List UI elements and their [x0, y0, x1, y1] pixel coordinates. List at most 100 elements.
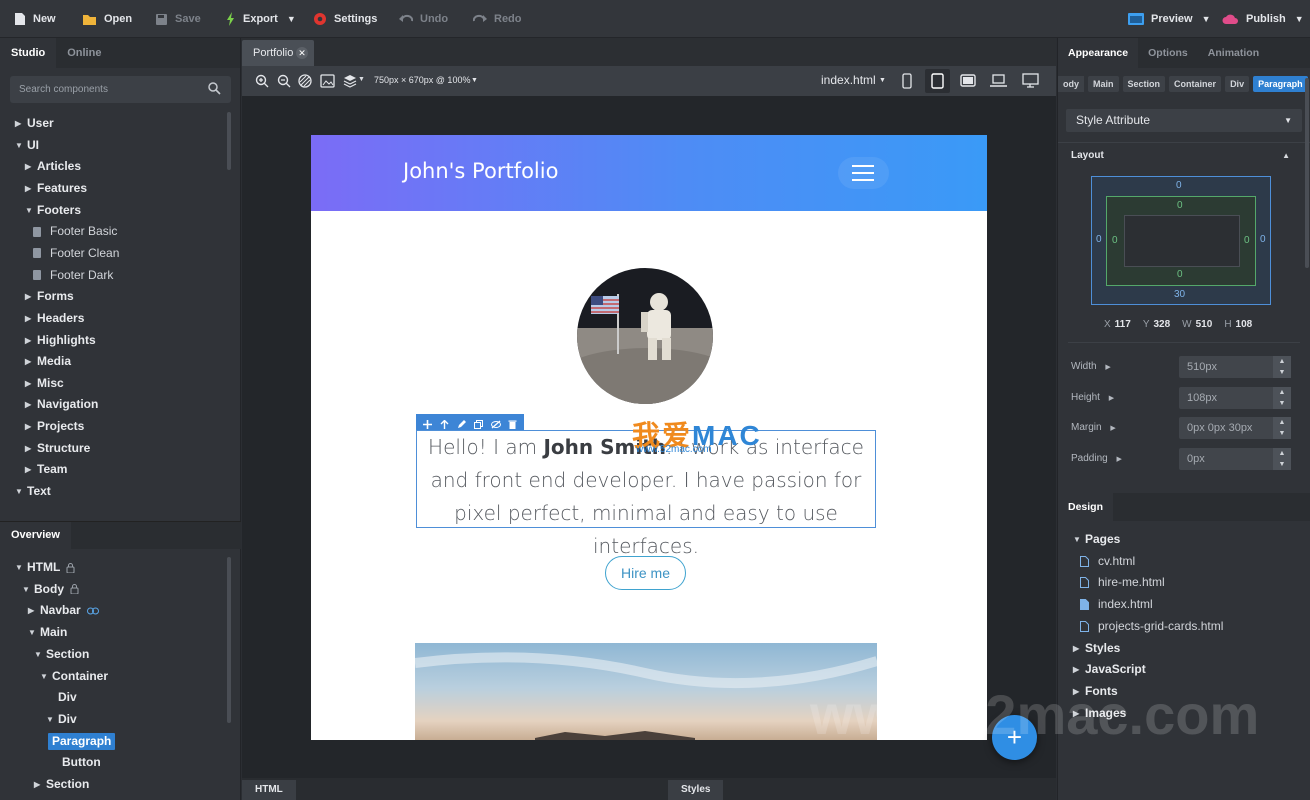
caret-right-icon[interactable]: ▶ [25, 459, 37, 480]
caret-down-icon[interactable]: ▼ [28, 622, 40, 643]
chevron-up-icon[interactable]: ▲ [1282, 151, 1290, 160]
image-icon[interactable] [320, 74, 335, 88]
property-label[interactable]: Padding ▶ [1071, 453, 1122, 464]
component-tree-item[interactable]: ▼ Footers [25, 200, 81, 221]
select-parent-icon[interactable] [440, 418, 449, 429]
breadcrumb-main[interactable]: Main [1088, 76, 1119, 92]
component-tree-item[interactable]: ▶ Media [25, 351, 71, 372]
component-tree-item[interactable]: ▶ Highlights [25, 330, 96, 351]
overview-scrollbar[interactable] [227, 557, 231, 723]
tab-animation[interactable]: Animation [1198, 38, 1269, 68]
hire-me-button[interactable]: Hire me [605, 556, 686, 590]
stepper-icon[interactable]: ▲ ▼ [1273, 447, 1291, 470]
toggle-guides-icon[interactable] [298, 74, 312, 88]
tab-appearance[interactable]: Appearance [1058, 38, 1139, 68]
breadcrumb-container[interactable]: Container [1169, 76, 1222, 92]
overview-tree-item[interactable]: Div [46, 687, 77, 708]
preview-button[interactable]: Preview ▼ [1128, 0, 1211, 38]
page-select[interactable]: index.html [821, 73, 876, 87]
zoom-out-icon[interactable] [277, 74, 291, 88]
padding-left-value[interactable]: 0 [1112, 235, 1118, 246]
padding-right-value[interactable]: 0 [1244, 235, 1250, 246]
layers-icon[interactable] [343, 74, 357, 88]
component-tree-item[interactable]: ▼ UI [15, 135, 39, 156]
component-tree-item[interactable]: ▶ Team [25, 459, 67, 480]
overview-tree-item[interactable]: Paragraph [48, 731, 116, 752]
dimensions-readout[interactable]: 750px × 670px @ 100% [374, 75, 470, 85]
caret-right-icon[interactable]: ▶ [25, 416, 37, 437]
overview-tree-item[interactable]: ▼ Div [46, 709, 77, 730]
settings-button[interactable]: Settings [313, 0, 377, 38]
caret-right-icon[interactable]: ▶ [25, 351, 37, 372]
component-tree-item[interactable]: ▶ User [15, 113, 54, 134]
caret-down-icon[interactable]: ▼ [1073, 529, 1085, 550]
caret-right-icon[interactable]: ▶ [25, 373, 37, 394]
design-tree-item[interactable]: index.html [1080, 594, 1153, 615]
move-icon[interactable] [423, 418, 432, 429]
hamburger-menu-button[interactable] [838, 157, 889, 189]
margin-left-value[interactable]: 0 [1096, 234, 1102, 245]
component-tree-item[interactable]: ▶ Forms [25, 286, 74, 307]
caret-right-icon[interactable]: ▶ [25, 330, 37, 351]
caret-right-icon[interactable]: ▶ [28, 600, 40, 621]
tab-studio[interactable]: Studio [0, 38, 57, 68]
overview-tree-item[interactable]: ▼ Main [28, 622, 67, 643]
tab-online[interactable]: Online [56, 38, 112, 68]
copy-icon[interactable] [474, 418, 483, 429]
property-input[interactable]: 0px 0px 30px ▲ ▼ [1179, 417, 1291, 439]
layout-heading[interactable]: Layout [1071, 150, 1104, 161]
breadcrumb-div[interactable]: Div [1225, 76, 1250, 92]
component-tree-item[interactable]: ▶ Navigation [25, 394, 98, 415]
brand-title[interactable]: John's Portfolio [403, 159, 558, 183]
stepper-icon[interactable]: ▲ ▼ [1273, 386, 1291, 409]
device-tablet-active[interactable] [925, 69, 950, 93]
style-attribute-select[interactable]: Style Attribute ▼ [1066, 109, 1302, 132]
close-icon[interactable]: ✕ [296, 47, 308, 59]
stepper-icon[interactable]: ▲ ▼ [1273, 356, 1291, 378]
laptop-icon[interactable] [990, 74, 1007, 87]
link-icon[interactable] [86, 607, 99, 615]
caret-right-icon[interactable]: ▶ [1073, 659, 1085, 680]
property-label[interactable]: Height ▶ [1071, 392, 1114, 403]
padding-top-value[interactable]: 0 [1177, 200, 1183, 211]
component-tree-item[interactable]: ▼ Text [15, 481, 51, 502]
phone-icon[interactable] [902, 73, 912, 89]
caret-right-icon[interactable]: ▶ [1116, 456, 1121, 463]
caret-down-icon[interactable]: ▼ [15, 481, 27, 502]
navbar[interactable]: John's Portfolio [311, 135, 987, 211]
design-tree-item[interactable]: ▶ JavaScript [1073, 659, 1146, 680]
breadcrumb-paragraph[interactable]: Paragraph [1253, 76, 1308, 92]
property-input[interactable]: 510px ▲ ▼ [1179, 356, 1291, 378]
caret-right-icon[interactable]: ▶ [25, 156, 37, 177]
tab-design[interactable]: Design [1058, 493, 1114, 521]
tablet-landscape-icon[interactable] [960, 74, 976, 87]
caret-right-icon[interactable]: ▶ [15, 113, 27, 134]
chevron-down-icon[interactable]: ▼ [358, 76, 365, 83]
component-tree-item[interactable]: ▶ Misc [25, 373, 64, 394]
caret-right-icon[interactable]: ▶ [25, 394, 37, 415]
property-input[interactable]: 108px ▲ ▼ [1179, 386, 1291, 409]
zoom-in-icon[interactable] [255, 74, 269, 88]
margin-top-value[interactable]: 0 [1176, 180, 1182, 191]
component-tree-item[interactable]: ▶ Headers [25, 308, 84, 329]
redo-button[interactable]: Redo [473, 0, 522, 38]
components-scrollbar[interactable] [227, 112, 231, 170]
tab-overview[interactable]: Overview [0, 522, 71, 549]
design-tree-item[interactable]: ▼ Pages [1073, 529, 1120, 550]
caret-down-icon[interactable]: ▼ [46, 709, 58, 730]
stepper-icon[interactable]: ▲ ▼ [1273, 417, 1291, 439]
breadcrumb-body[interactable]: ody [1058, 76, 1085, 92]
caret-right-icon[interactable]: ▶ [25, 308, 37, 329]
search-input[interactable]: Search components [10, 76, 231, 103]
overview-tree-item[interactable]: ▼ Section [34, 644, 89, 665]
component-tree-item[interactable]: Footer Clean [33, 243, 119, 264]
overview-tree-item[interactable]: ▶ Section [34, 774, 89, 795]
overview-tree-item[interactable]: Button [50, 752, 101, 773]
property-label[interactable]: Margin ▶ [1071, 422, 1116, 433]
tab-html[interactable]: HTML [242, 780, 296, 800]
component-tree-item[interactable]: ▶ Features [25, 178, 87, 199]
undo-button[interactable]: Undo [399, 0, 448, 38]
caret-down-icon[interactable]: ▼ [40, 666, 52, 687]
caret-right-icon[interactable]: ▶ [25, 178, 37, 199]
edit-icon[interactable] [457, 418, 466, 428]
